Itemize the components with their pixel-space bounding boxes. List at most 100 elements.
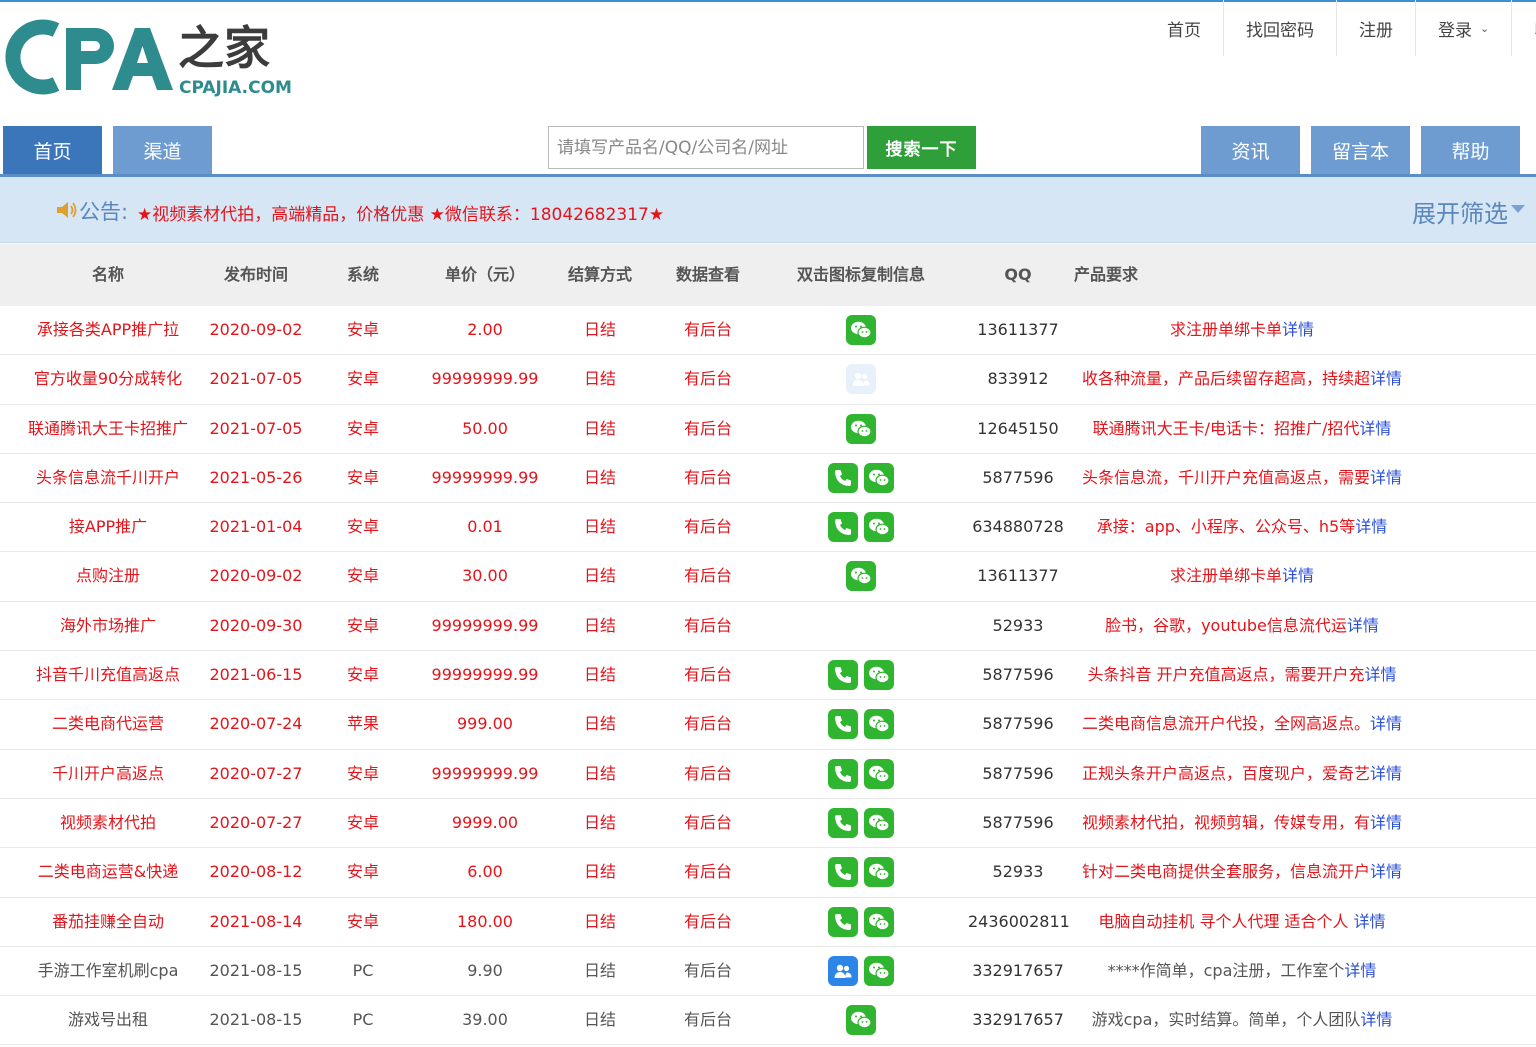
- wechat-icon[interactable]: [864, 758, 894, 789]
- qq-icon[interactable]: [828, 955, 858, 986]
- wechat-icon[interactable]: [864, 462, 894, 493]
- wechat-icon[interactable]: [846, 413, 876, 444]
- phone-icon[interactable]: [828, 807, 858, 838]
- requirement-text: 游戏cpa，实时结算。简单，个人团队: [1091, 1010, 1361, 1030]
- product-name-link[interactable]: 头条信息流千川开户: [8, 454, 208, 502]
- product-name-link[interactable]: 视频素材代拍: [8, 799, 208, 847]
- product-name-link[interactable]: 联通腾讯大王卡招推广: [8, 405, 208, 453]
- table-row[interactable]: 游戏号出租 2021-08-15 PC 39.00 日结 有后台 332917657 游戏cp…: [0, 996, 1536, 1046]
- table-row[interactable]: 官方收量90分成转化 2021-07-05 安卓 99999999.99 日结 有后台 83…: [0, 355, 1536, 405]
- top-nav-favorite[interactable]: 收: [1512, 0, 1536, 56]
- expand-filter-button[interactable]: 展开筛选: [1412, 194, 1508, 229]
- product-requirement: 求注册单绑卡单详情: [1072, 306, 1412, 354]
- wechat-icon[interactable]: [846, 1005, 876, 1036]
- wechat-icon[interactable]: [846, 315, 876, 345]
- wechat-icon[interactable]: [864, 512, 894, 543]
- site-logo[interactable]: 之家 CPAJIA.COM: [0, 14, 300, 100]
- table-row[interactable]: 视频素材代拍 2020-07-27 安卓 9999.00 日结 有后台 5877596 视频素…: [0, 799, 1536, 849]
- table-row[interactable]: 承接各类APP推广拉 2020-09-02 安卓 2.00 日结 有后台 13611377 求…: [0, 306, 1536, 356]
- table-row[interactable]: 番茄挂赚全自动 2021-08-14 安卓 180.00 日结 有后台 2436002811…: [0, 898, 1536, 947]
- qq-icon[interactable]: [846, 364, 876, 395]
- tab-home-label: 首页: [33, 140, 72, 163]
- publish-date: 2021-07-05: [209, 369, 303, 389]
- detail-link[interactable]: 详情: [1370, 468, 1402, 487]
- table-row[interactable]: 千川开户高返点 2020-07-27 安卓 99999999.99 日结 有后台 58775…: [0, 750, 1536, 799]
- product-name-link[interactable]: 官方收量90分成转化: [8, 355, 208, 403]
- detail-link[interactable]: 详情: [1365, 665, 1397, 684]
- detail-link[interactable]: 详情: [1370, 813, 1402, 832]
- tab-home[interactable]: 首页: [3, 126, 102, 174]
- phone-icon[interactable]: [828, 906, 858, 937]
- search-input[interactable]: [548, 126, 864, 169]
- tab-help[interactable]: 帮助: [1421, 126, 1520, 174]
- table-row[interactable]: 二类电商运营&快递 2020-08-12 安卓 6.00 日结 有后台 52933 针对二类电…: [0, 848, 1536, 898]
- unit-price: 6.00: [467, 862, 503, 882]
- detail-link[interactable]: 详情: [1360, 1010, 1392, 1029]
- tab-guestbook[interactable]: 留言本: [1311, 126, 1410, 174]
- data-view: 有后台: [683, 467, 732, 487]
- detail-link[interactable]: 详情: [1354, 912, 1386, 931]
- top-nav-home[interactable]: 首页: [1145, 0, 1224, 56]
- phone-icon[interactable]: [828, 857, 858, 888]
- detail-link[interactable]: 详情: [1344, 961, 1376, 980]
- requirement-text: 承接：app、小程序、公众号、h5等: [1096, 517, 1356, 537]
- detail-link[interactable]: 详情: [1355, 517, 1387, 536]
- data-view: 有后台: [683, 566, 732, 586]
- detail-link[interactable]: 详情: [1370, 714, 1402, 733]
- wechat-icon[interactable]: [846, 561, 876, 592]
- table-row[interactable]: 头条信息流千川开户 2021-05-26 安卓 99999999.99 日结 有后台 587…: [0, 454, 1536, 504]
- unit-price: 9.90: [467, 960, 503, 980]
- publish-date: 2020-09-02: [209, 320, 303, 339]
- detail-link[interactable]: 详情: [1370, 764, 1402, 783]
- requirement-text: 联通腾讯大王卡/电话卡：招推广/招代: [1092, 418, 1360, 438]
- product-name-link[interactable]: 抖音千川充值高返点: [8, 651, 208, 699]
- phone-icon[interactable]: [828, 462, 858, 493]
- phone-icon[interactable]: [828, 512, 858, 543]
- settlement-method: 日结: [583, 714, 616, 734]
- table-row[interactable]: 抖音千川充值高返点 2021-06-15 安卓 99999999.99 日结 有后台 587…: [0, 651, 1536, 701]
- table-row[interactable]: 联通腾讯大王卡招推广 2021-07-05 安卓 50.00 日结 有后台 12645150…: [0, 405, 1536, 454]
- table-row[interactable]: 二类电商代运营 2020-07-24 苹果 999.00 日结 有后台 5877596 二类电…: [0, 700, 1536, 750]
- wechat-icon[interactable]: [864, 906, 894, 937]
- table-row[interactable]: 接APP推广 2021-01-04 安卓 0.01 日结 有后台 634880728 承接：a…: [0, 503, 1536, 553]
- detail-link[interactable]: 详情: [1370, 862, 1402, 881]
- product-name-link[interactable]: 承接各类APP推广拉: [8, 306, 208, 354]
- product-name-link[interactable]: 二类电商运营&快递: [8, 848, 208, 896]
- product-name-link[interactable]: 二类电商代运营: [8, 700, 208, 748]
- phone-icon[interactable]: [828, 709, 858, 740]
- top-nav-recover-password[interactable]: 找回密码: [1224, 0, 1337, 56]
- top-nav-register[interactable]: 注册: [1337, 0, 1416, 56]
- wechat-icon[interactable]: [864, 807, 894, 838]
- detail-link[interactable]: 详情: [1282, 566, 1314, 585]
- product-name-link[interactable]: 游戏号出租: [8, 996, 208, 1044]
- product-name-link[interactable]: 手游工作室机刷cpa: [8, 947, 208, 995]
- detail-link[interactable]: 详情: [1359, 419, 1391, 438]
- tab-channel[interactable]: 渠道: [113, 126, 212, 174]
- unit-price: 999.00: [457, 714, 513, 734]
- settlement-method: 日结: [583, 665, 616, 685]
- product-name-link[interactable]: 接APP推广: [8, 503, 208, 551]
- table-row[interactable]: 手游工作室机刷cpa 2021-08-15 PC 9.90 日结 有后台 332917657…: [0, 947, 1536, 997]
- table-row[interactable]: 点购注册 2020-09-02 安卓 30.00 日结 有后台 13611377 求注册单绑卡…: [0, 552, 1536, 602]
- detail-link[interactable]: 详情: [1370, 369, 1402, 388]
- top-nav-login[interactable]: 登录 ⌄: [1416, 0, 1513, 56]
- wechat-icon[interactable]: [864, 660, 894, 691]
- product-name-link[interactable]: 千川开户高返点: [8, 750, 208, 798]
- system-cell: PC: [352, 960, 374, 980]
- wechat-icon[interactable]: [864, 955, 894, 986]
- wechat-icon[interactable]: [864, 709, 894, 740]
- detail-link[interactable]: 详情: [1282, 320, 1314, 339]
- product-name-link[interactable]: 番茄挂赚全自动: [8, 898, 208, 946]
- system-cell: 安卓: [346, 911, 379, 931]
- tab-news[interactable]: 资讯: [1201, 126, 1300, 174]
- requirement-text: 视频素材代拍，视频剪辑，传媒专用，有: [1081, 812, 1370, 832]
- wechat-icon[interactable]: [864, 857, 894, 888]
- table-row[interactable]: 海外市场推广 2020-09-30 安卓 99999999.99 日结 有后台 52933 脸…: [0, 602, 1536, 652]
- phone-icon[interactable]: [828, 758, 858, 789]
- detail-link[interactable]: 详情: [1347, 616, 1379, 635]
- search-button[interactable]: 搜索一下: [867, 126, 976, 169]
- requirement-text: 二类电商信息流开户代投，全网高返点。: [1081, 714, 1370, 734]
- product-name-link[interactable]: 海外市场推广: [8, 602, 208, 650]
- product-name-link[interactable]: 点购注册: [8, 552, 208, 600]
- phone-icon[interactable]: [828, 660, 858, 691]
